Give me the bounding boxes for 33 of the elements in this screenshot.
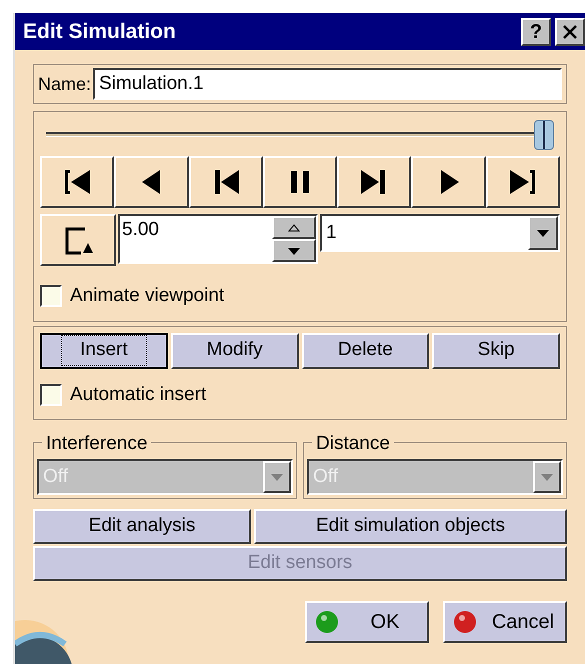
dropdown-value: 1 — [325, 220, 338, 245]
checkbox-label: Automatic insert — [70, 382, 206, 406]
dropdown-arrow-icon — [540, 473, 554, 481]
speed-dropdown[interactable]: 1 — [320, 214, 560, 252]
record-button[interactable]: Insert — [40, 332, 168, 368]
slider-track[interactable] — [46, 120, 554, 150]
close-button[interactable] — [555, 18, 585, 46]
record-button[interactable]: Skip — [432, 332, 560, 368]
help-button[interactable]: ? — [521, 18, 551, 46]
transport-button[interactable] — [411, 156, 486, 208]
edit-button[interactable]: Edit simulation objects — [254, 509, 567, 544]
edit-button[interactable]: Edit analysis — [33, 509, 251, 544]
checkbox[interactable] — [40, 285, 62, 308]
record-button[interactable]: Modify — [170, 332, 298, 368]
checkbox[interactable] — [40, 384, 62, 406]
slider-thumb[interactable] — [534, 120, 554, 150]
transport-button[interactable] — [486, 156, 560, 208]
transport-button[interactable] — [114, 156, 189, 208]
name-field[interactable]: Simulation.1 — [93, 68, 562, 100]
name-label: Name: — [38, 72, 92, 96]
transport-button[interactable] — [40, 156, 114, 208]
transport-button[interactable] — [337, 156, 412, 208]
checkbox-label: Animate viewpoint — [70, 284, 224, 308]
close-icon — [562, 24, 578, 40]
record-button[interactable]: Delete — [302, 332, 430, 368]
window-title: Edit Simulation — [23, 18, 177, 45]
transport-button[interactable] — [188, 156, 263, 208]
dialog-button[interactable]: OK — [305, 601, 429, 643]
dropdown-arrow-icon — [536, 229, 550, 237]
transport-button[interactable] — [262, 156, 338, 208]
dialog-button[interactable]: Cancel — [443, 601, 567, 643]
reset-button[interactable] — [40, 214, 116, 266]
dropdown-arrow-icon — [270, 473, 284, 481]
